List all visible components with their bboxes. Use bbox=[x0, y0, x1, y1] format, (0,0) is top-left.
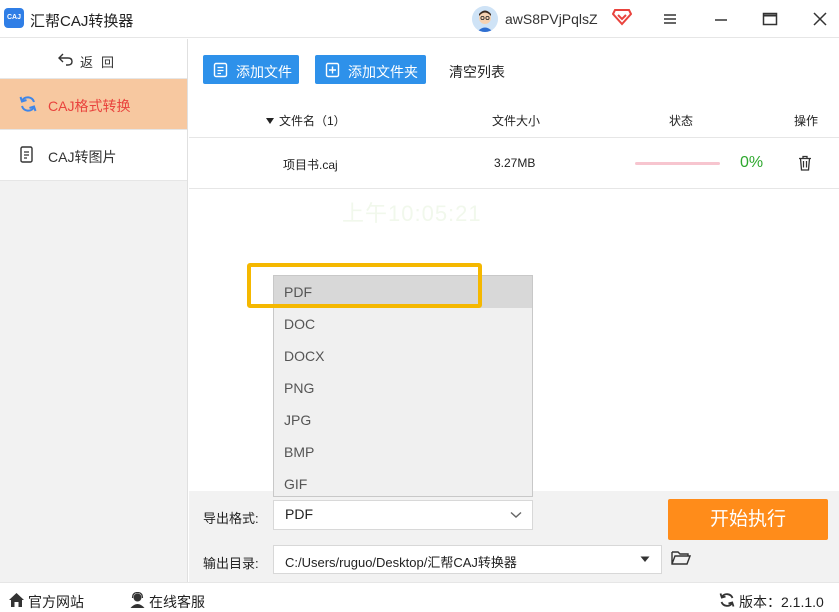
column-header-status: 状态 bbox=[669, 114, 694, 128]
format-dropdown-list: PDF DOC DOCX PNG JPG BMP GIF bbox=[273, 275, 533, 497]
trash-icon bbox=[799, 155, 811, 171]
maximize-button[interactable] bbox=[755, 4, 785, 34]
back-button[interactable]: 返回 bbox=[0, 39, 187, 79]
format-label: 导出格式: bbox=[203, 511, 259, 526]
file-table-header: 文件名（1） 文件大小 状态 操作 bbox=[189, 101, 839, 138]
dropdown-triangle-icon bbox=[640, 556, 650, 562]
home-icon bbox=[9, 593, 24, 607]
update-icon bbox=[719, 593, 735, 607]
faint-watermark: 上午10:05:21 bbox=[342, 201, 482, 226]
format-option-gif[interactable]: GIF bbox=[274, 468, 532, 500]
format-option-label: BMP bbox=[284, 444, 315, 460]
add-folder-icon bbox=[325, 62, 340, 78]
browse-folder-button[interactable] bbox=[671, 550, 692, 569]
official-website-link[interactable]: 官方网站 bbox=[8, 592, 88, 610]
add-file-icon bbox=[213, 62, 228, 78]
highlight-annotation bbox=[247, 263, 482, 308]
format-option-jpg[interactable]: JPG bbox=[274, 404, 532, 436]
minimize-button[interactable] bbox=[706, 4, 736, 34]
document-icon bbox=[20, 146, 33, 163]
close-icon bbox=[813, 12, 827, 26]
delete-button[interactable] bbox=[798, 155, 812, 174]
nav-divider bbox=[0, 180, 187, 181]
folder-icon bbox=[671, 551, 692, 565]
output-dir-value: C:/Users/ruguo/Desktop/汇帮CAJ转换器 bbox=[285, 555, 517, 570]
online-support-link[interactable]: 在线客服 bbox=[129, 592, 209, 610]
sort-arrow-icon bbox=[266, 118, 274, 124]
column-header-size: 文件大小 bbox=[492, 114, 541, 128]
minimize-icon bbox=[715, 19, 727, 21]
maximize-icon bbox=[762, 12, 778, 26]
column-header-filename[interactable]: 文件名（1） bbox=[266, 112, 346, 129]
format-select-value: PDF bbox=[285, 506, 313, 522]
file-size-cell: 3.27MB bbox=[494, 156, 536, 170]
progress-bar bbox=[635, 162, 720, 165]
format-option-label: DOCX bbox=[284, 348, 325, 364]
clear-list-button[interactable]: 清空列表 bbox=[449, 62, 505, 82]
add-file-button[interactable]: 添加文件 bbox=[203, 55, 299, 84]
chevron-down-icon bbox=[510, 511, 522, 518]
hamburger-icon bbox=[664, 14, 676, 24]
sidebar-item-caj-format-convert[interactable]: CAJ格式转换 bbox=[0, 79, 187, 129]
support-agent-icon bbox=[130, 592, 145, 608]
format-option-label: PNG bbox=[284, 380, 315, 396]
online-support-label: 在线客服 bbox=[149, 594, 205, 610]
format-option-label: GIF bbox=[284, 476, 308, 492]
nav-label: CAJ格式转换 bbox=[48, 98, 131, 114]
add-file-label: 添加文件 bbox=[236, 64, 292, 80]
output-dir-label: 输出目录: bbox=[203, 556, 259, 571]
column-header-action: 操作 bbox=[794, 114, 819, 128]
status-bar: 官方网站 在线客服 版本：2.1.1.0 bbox=[0, 582, 839, 612]
start-button[interactable]: 开始执行 bbox=[668, 499, 828, 540]
add-folder-button[interactable]: 添加文件夹 bbox=[315, 55, 426, 84]
output-dir-select[interactable]: C:/Users/ruguo/Desktop/汇帮CAJ转换器 bbox=[273, 545, 662, 574]
user-avatar[interactable] bbox=[472, 6, 498, 32]
username[interactable]: awS8PVjPqlsZ bbox=[505, 11, 598, 27]
app-logo-text: CAJ bbox=[6, 14, 21, 21]
file-name-cell: 项目书.caj bbox=[283, 158, 338, 172]
add-folder-label: 添加文件夹 bbox=[348, 64, 418, 80]
format-option-doc[interactable]: DOC bbox=[274, 308, 532, 340]
column-header-filename-label: 文件名（1） bbox=[279, 114, 346, 128]
official-website-label: 官方网站 bbox=[28, 594, 84, 610]
back-arrow-icon bbox=[58, 53, 73, 66]
format-option-png[interactable]: PNG bbox=[274, 372, 532, 404]
vip-diamond-icon[interactable] bbox=[611, 8, 633, 26]
nav-label: CAJ转图片 bbox=[48, 149, 117, 165]
progress-percent: 0% bbox=[740, 154, 764, 171]
title-bar: CAJ 汇帮CAJ转换器 awS8PVjPqlsZ bbox=[0, 0, 839, 38]
menu-button[interactable] bbox=[655, 4, 685, 34]
format-option-docx[interactable]: DOCX bbox=[274, 340, 532, 372]
version-info[interactable]: 版本：2.1.1.0 bbox=[719, 592, 834, 610]
close-button[interactable] bbox=[805, 4, 835, 34]
back-label: 返回 bbox=[80, 55, 123, 70]
version-label: 版本：2.1.1.0 bbox=[739, 594, 824, 610]
app-logo-icon: CAJ bbox=[4, 8, 24, 28]
app-title: 汇帮CAJ转换器 bbox=[30, 13, 134, 30]
format-option-label: DOC bbox=[284, 316, 316, 332]
format-option-label: JPG bbox=[284, 412, 312, 428]
sidebar: 返回 CAJ格式转换 CAJ转图片 bbox=[0, 39, 188, 582]
refresh-icon bbox=[19, 96, 37, 112]
sidebar-item-caj-to-image[interactable]: CAJ转图片 bbox=[0, 130, 187, 180]
format-select[interactable]: PDF bbox=[273, 500, 533, 530]
format-option-bmp[interactable]: BMP bbox=[274, 436, 532, 468]
table-row[interactable]: 项目书.caj 3.27MB 0% bbox=[189, 139, 839, 189]
